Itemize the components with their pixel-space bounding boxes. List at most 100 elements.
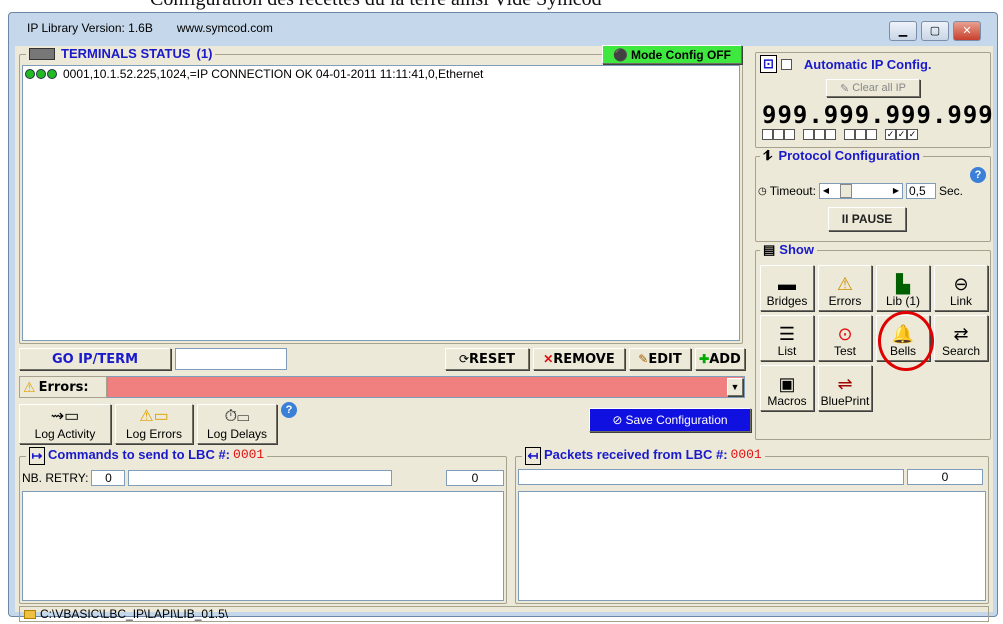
send-icon: ↦ (29, 447, 45, 465)
log-delays-button[interactable]: ⏱▭ Log Delays (197, 404, 277, 444)
show-list-button[interactable]: ☰ List (760, 315, 814, 361)
save-icon: ⊘ (612, 413, 623, 427)
link-icon: ⊖ (953, 274, 969, 294)
protocol-title: Protocol Configuration (778, 148, 920, 163)
pointer-icon: ⚫ (613, 47, 628, 62)
ip-checkboxes: ✓ ✓ ✓ (762, 129, 918, 140)
app-window: IP Library Version: 1.6B www.symcod.com … (8, 12, 998, 622)
status-path: C:\VBASIC\LBC_IP\LAPI\LIB_01.5\ (40, 607, 229, 621)
errors-label: Errors: (38, 379, 89, 395)
errors-dropdown[interactable]: ▼ (107, 376, 745, 398)
show-macros-button[interactable]: ▣ Macros (760, 365, 814, 411)
show-errors-button[interactable]: ⚠ Errors (818, 265, 872, 311)
go-ip-input[interactable] (175, 348, 287, 370)
go-ip-label: GO IP/TERM (51, 351, 139, 367)
slider-left-arrow-icon[interactable]: ◀ (820, 184, 832, 198)
mode-config-button[interactable]: ⚫ Mode Config OFF (602, 45, 742, 64)
show-group: ▤ Show ▬ Bridges ⚠ Errors ▙ Lib (1) ⊖ Link ☰ List… (755, 242, 992, 441)
search-replace-icon: ⇄ (953, 324, 969, 344)
folder-icon (24, 609, 36, 619)
show-button-label: BluePrint (820, 394, 870, 408)
packet-input[interactable] (518, 469, 904, 485)
show-icon: ▤ (763, 242, 776, 257)
save-configuration-button[interactable]: ⊘ Save Configuration (589, 408, 751, 432)
slider-thumb[interactable] (839, 184, 852, 198)
auto-ip-checkbox[interactable] (780, 58, 792, 70)
show-button-label: List (777, 344, 797, 358)
help-icon[interactable]: ? (281, 402, 297, 418)
clock-icon: ◷ (758, 185, 767, 197)
show-lib-1-button[interactable]: ▙ Lib (1) (876, 265, 930, 311)
add-button[interactable]: ✚ ADD (695, 348, 745, 370)
packets-lbc-number: 0001 (730, 447, 762, 462)
status-bar: C:\VBASIC\LBC_IP\LAPI\LIB_01.5\ (19, 606, 989, 622)
commands-title: Commands to send to LBC #: (48, 447, 231, 462)
show-test-button[interactable]: ⊙ Test (818, 315, 872, 361)
x-icon: ✕ (543, 352, 554, 366)
commands-list[interactable] (22, 491, 504, 601)
bridge-icon: ▬ (778, 274, 796, 294)
terminals-count: (1) (196, 46, 213, 61)
activity-icon: ⇝▭ (50, 408, 80, 425)
close-button[interactable]: ✕ (953, 21, 981, 41)
show-button-label: Search (941, 344, 981, 358)
show-buttons: ▬ Bridges ⚠ Errors ▙ Lib (1) ⊖ Link ☰ List ⊙ Test 🔔 B… (760, 265, 992, 441)
commands-count: 0 (446, 470, 504, 486)
client-area: TERMINALS STATUS (1) ⚫ Mode Config OFF 0… (15, 45, 993, 622)
timeout-slider[interactable]: ◀ ▶ (818, 183, 903, 199)
terminals-list[interactable]: 0001,10.1.52.225,1024,=IP CONNECTION OK … (22, 65, 740, 341)
protocol-group: ⥮ Protocol Configuration ? ◷ Timeout: ◀ … (755, 148, 991, 242)
show-bridges-button[interactable]: ▬ Bridges (760, 265, 814, 311)
show-search-button[interactable]: ⇄ Search (934, 315, 988, 361)
network-icon: ⊡ (760, 55, 777, 73)
refresh-icon: ⟳ (458, 352, 470, 366)
chevron-down-icon[interactable]: ▼ (727, 378, 743, 396)
reset-button[interactable]: ⟳ RESET (445, 348, 529, 370)
list-item[interactable]: 0001,10.1.52.225,1024,=IP CONNECTION OK … (23, 66, 739, 82)
status-leds-icon (25, 69, 57, 79)
command-input[interactable] (128, 470, 393, 486)
eraser-icon: ✎ (839, 82, 850, 95)
warning-log-icon: ⚠▭ (139, 408, 169, 425)
timeout-label: Timeout: (769, 184, 816, 198)
show-title: Show (779, 242, 814, 257)
log-errors-button[interactable]: ⚠▭ Log Errors (115, 404, 193, 444)
go-ip-button[interactable]: GO IP/TERM (19, 348, 171, 370)
terminals-group: TERMINALS STATUS (1) ⚫ Mode Config OFF 0… (19, 45, 743, 344)
protocol-icon: ⥮ (763, 148, 773, 163)
window-url: www.symcod.com (176, 21, 273, 35)
protocol-help-icon[interactable]: ? (970, 167, 986, 183)
show-button-label: Link (949, 294, 972, 308)
receive-icon: ↤ (525, 447, 541, 465)
slider-right-arrow-icon[interactable]: ▶ (890, 184, 902, 198)
pause-button[interactable]: II PAUSE (828, 207, 906, 231)
remove-button[interactable]: ✕ REMOVE (533, 348, 625, 370)
show-blueprint-button[interactable]: ⇌ BluePrint (818, 365, 872, 411)
timeout-value[interactable]: 0,5 (905, 183, 936, 199)
highlight-circle (878, 311, 934, 371)
stopwatch-icon: ⏱▭ (224, 408, 250, 425)
packets-list[interactable] (518, 491, 986, 601)
plus-icon: ✚ (699, 352, 710, 366)
warning-icon: ⚠ (23, 378, 36, 395)
packets-group: ↤ Packets received from LBC #: 0001 0 (515, 447, 989, 604)
blueprint-icon: ⇌ (837, 374, 853, 394)
edit-button[interactable]: ✎ EDIT (629, 348, 691, 370)
maximize-button[interactable]: ▢ (921, 21, 949, 41)
log-activity-button[interactable]: ⇝▭ Log Activity (19, 404, 111, 444)
show-button-label: Lib (1) (885, 294, 920, 308)
show-button-label: Bridges (766, 294, 808, 308)
commands-group: ↦ Commands to send to LBC #: 0001 NB. RE… (19, 447, 507, 604)
warning-icon: ⚠ (836, 274, 854, 294)
show-link-button[interactable]: ⊖ Link (934, 265, 988, 311)
packets-count: 0 (907, 469, 983, 485)
retry-field[interactable]: 0 (91, 470, 126, 486)
auto-ip-label: Automatic IP Config. (803, 56, 932, 72)
retry-label: NB. RETRY: (22, 471, 89, 485)
pencil-icon: ✎ (638, 352, 649, 366)
commands-lbc-number: 0001 (233, 447, 265, 462)
minimize-button[interactable]: ▁ (889, 21, 917, 41)
clear-all-ip-button[interactable]: ✎ Clear all IP (826, 79, 920, 97)
errors-label-box: ⚠ Errors: (19, 376, 107, 398)
show-button-label: Errors (828, 294, 862, 308)
